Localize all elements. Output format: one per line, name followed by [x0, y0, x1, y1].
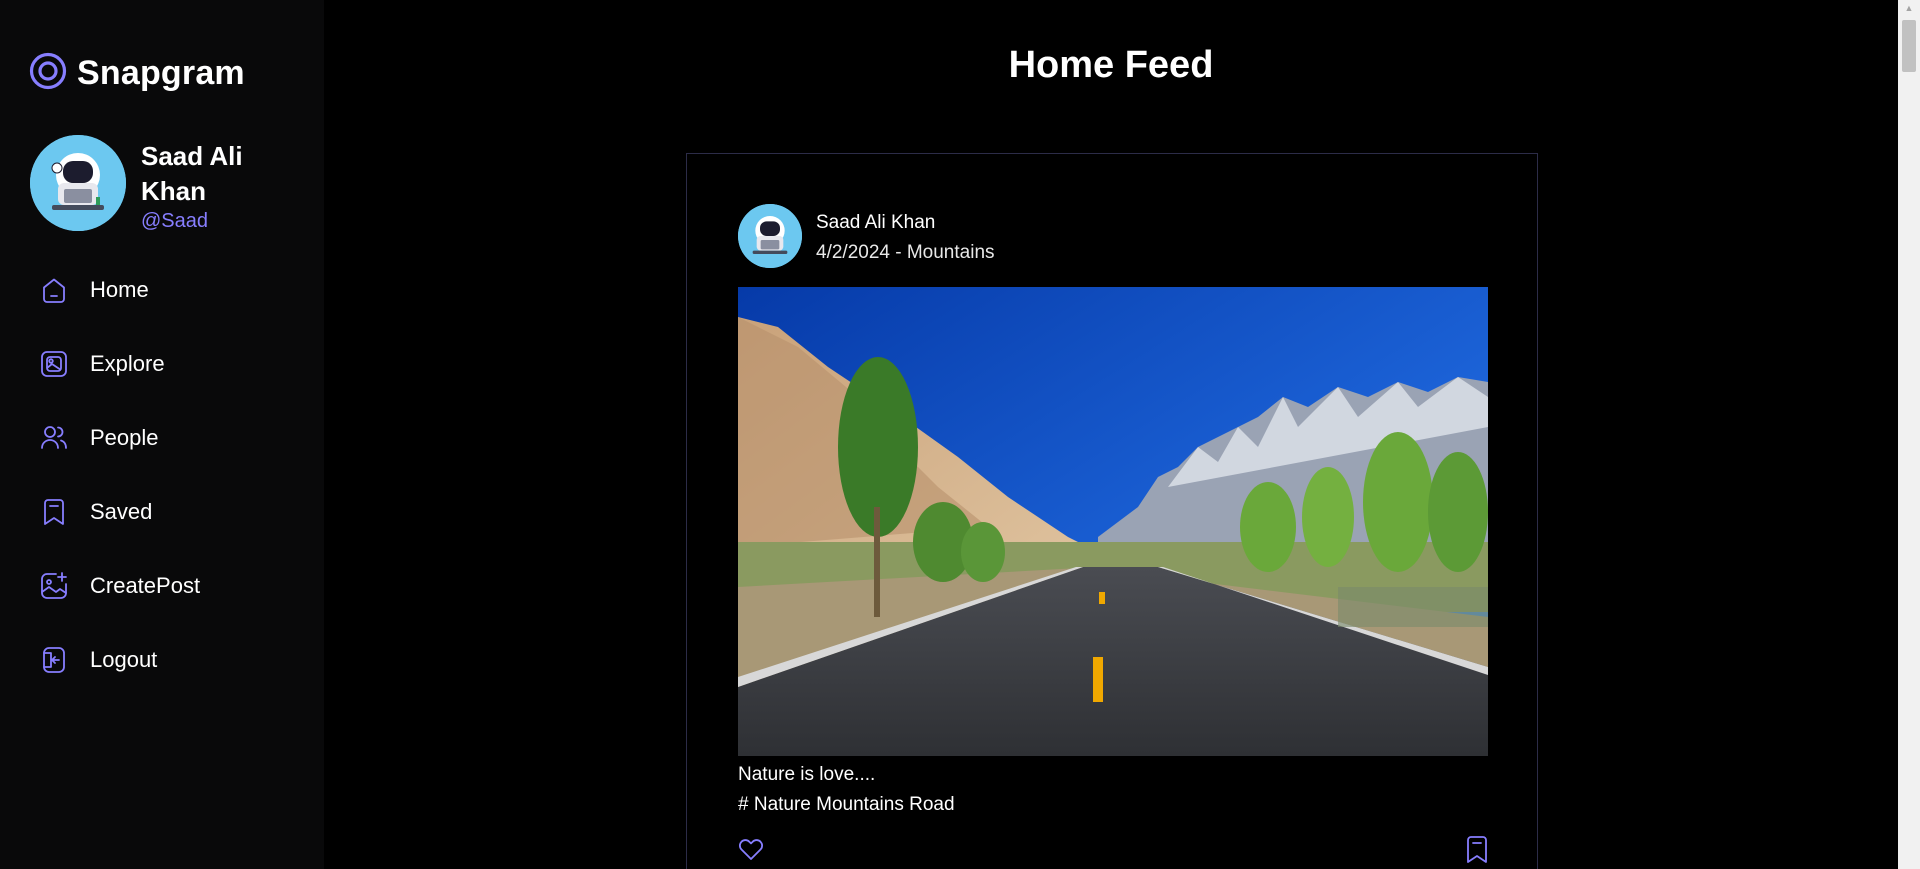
- scroll-up-arrow-icon[interactable]: ▲: [1898, 3, 1920, 17]
- post-author-avatar: [738, 204, 802, 268]
- save-post-button[interactable]: [1463, 835, 1491, 865]
- sidebar: Snapgram Saad Ali Khan @Saad Home Explor…: [0, 0, 324, 869]
- sidebar-item-label: CreatePost: [90, 573, 201, 598]
- sidebar-item-label: Logout: [90, 647, 158, 672]
- sidebar-nav: Home Explore People Saved CreatePost Log…: [38, 272, 200, 716]
- post-author-name: Saad Ali Khan: [816, 212, 936, 233]
- like-button[interactable]: [737, 835, 765, 863]
- sidebar-item-saved[interactable]: Saved: [38, 494, 200, 530]
- post-date-location: 4/2/2024 - Mountains: [816, 242, 995, 263]
- sidebar-item-label: Home: [90, 277, 149, 302]
- main-content: Home Feed Saad Ali Khan 4/2/2024 - Mount: [324, 0, 1898, 869]
- post-card: Saad Ali Khan 4/2/2024 - Mountains Natur…: [686, 153, 1538, 869]
- scrollbar-thumb[interactable]: [1902, 20, 1916, 72]
- sidebar-item-home[interactable]: Home: [38, 272, 200, 308]
- post-tags: # Nature Mountains Road: [738, 794, 955, 815]
- logout-icon: [38, 644, 70, 676]
- profile-handle: @Saad: [141, 210, 209, 232]
- sidebar-item-createpost[interactable]: CreatePost: [38, 568, 200, 604]
- post-image[interactable]: [738, 287, 1488, 756]
- sidebar-item-label: Saved: [90, 499, 153, 524]
- vertical-scrollbar[interactable]: ▲: [1898, 0, 1920, 869]
- sidebar-item-logout[interactable]: Logout: [38, 642, 200, 678]
- avatar: [30, 135, 126, 231]
- people-icon: [38, 422, 70, 454]
- app-root: Snapgram Saad Ali Khan @Saad Home Explor…: [0, 0, 1920, 869]
- sidebar-item-people[interactable]: People: [38, 420, 200, 456]
- bookmark-icon: [1463, 836, 1491, 869]
- app-logo[interactable]: Snapgram: [29, 52, 245, 95]
- sidebar-item-label: Explore: [90, 351, 165, 376]
- add-image-icon: [38, 570, 70, 602]
- sidebar-item-label: People: [90, 425, 159, 450]
- app-name: Snapgram: [77, 54, 245, 92]
- heart-icon: [737, 839, 765, 867]
- post-header[interactable]: Saad Ali Khan 4/2/2024 - Mountains: [738, 204, 995, 268]
- profile-card[interactable]: Saad Ali Khan @Saad: [30, 135, 271, 233]
- profile-name: Saad Ali Khan: [141, 141, 243, 206]
- sidebar-item-explore[interactable]: Explore: [38, 346, 200, 382]
- bookmark-icon: [38, 496, 70, 528]
- page-title: Home Feed: [1008, 44, 1214, 86]
- logo-icon: [29, 52, 67, 95]
- post-caption: Nature is love....: [738, 764, 876, 785]
- gallery-icon: [38, 348, 70, 380]
- home-icon: [38, 274, 70, 306]
